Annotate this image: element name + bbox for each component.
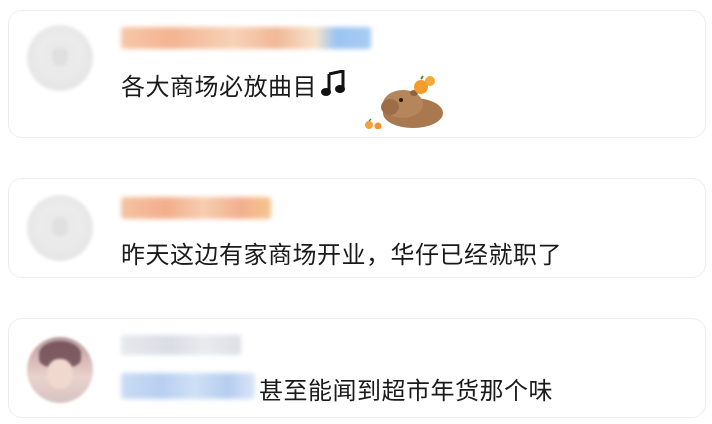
- capybara-sticker-icon: [361, 73, 451, 130]
- music-note-icon: [321, 69, 347, 104]
- avatar[interactable]: [27, 337, 93, 403]
- comment-card[interactable]: 昨天这边有家商场开业，华仔已经就职了: [8, 178, 706, 278]
- username-redacted[interactable]: [121, 335, 241, 355]
- comment-text: 昨天这边有家商场开业，华仔已经就职了: [121, 241, 562, 269]
- comment-feed: 各大商场必放曲目 昨天这边有家商场开业，华仔已经就职了 甚至能闻到超市年货那个味: [0, 0, 712, 424]
- comment-text: 甚至能闻到超市年货那个味: [259, 377, 553, 405]
- username-redacted[interactable]: [121, 197, 271, 219]
- username-redacted[interactable]: [121, 27, 371, 49]
- comment-text-content: 各大商场必放曲目: [121, 73, 317, 101]
- comment-text: 各大商场必放曲目: [121, 67, 347, 104]
- comment-card[interactable]: 各大商场必放曲目: [8, 10, 706, 138]
- comment-card[interactable]: 甚至能闻到超市年货那个味: [8, 318, 706, 418]
- avatar[interactable]: [27, 25, 93, 91]
- reply-mention-redacted[interactable]: [121, 373, 255, 399]
- avatar[interactable]: [27, 195, 93, 261]
